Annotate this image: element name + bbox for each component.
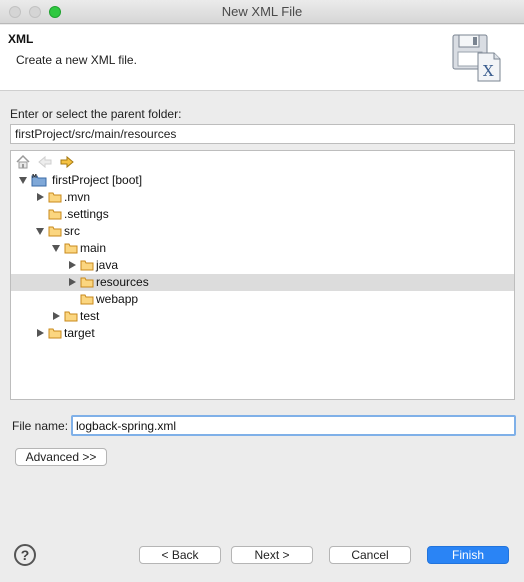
back-button[interactable]: < Back <box>139 546 221 564</box>
folder-icon <box>80 277 94 288</box>
parent-folder-label: Enter or select the parent folder: <box>10 107 182 121</box>
maven-project-icon: M <box>31 174 47 187</box>
wizard-title: XML <box>8 32 34 46</box>
wizard-description: Create a new XML file. <box>16 53 137 67</box>
xml-file-wizard-icon: X <box>452 34 501 82</box>
folder-icon <box>48 328 62 339</box>
tree-item-resources[interactable]: resources <box>11 274 514 291</box>
file-name-label: File name: <box>12 419 69 433</box>
folder-icon <box>48 192 62 203</box>
expand-toggle-icon[interactable] <box>52 245 60 252</box>
folder-icon <box>80 294 94 305</box>
expand-toggle-icon[interactable] <box>37 329 44 337</box>
folder-icon <box>64 311 78 322</box>
tree-item-test[interactable]: test <box>11 308 514 325</box>
advanced-button[interactable]: Advanced >> <box>15 448 107 466</box>
forward-arrow-icon[interactable] <box>59 154 75 170</box>
expand-toggle-icon[interactable] <box>36 228 44 235</box>
tree-item-src[interactable]: src <box>11 223 514 240</box>
file-name-input[interactable] <box>71 415 516 436</box>
tree-item-main[interactable]: main <box>11 240 514 257</box>
folder-icon <box>64 243 78 254</box>
wizard-header: XML Create a new XML file. X <box>0 25 524 91</box>
window-title: New XML File <box>221 4 303 19</box>
tree-item-java[interactable]: java <box>11 257 514 274</box>
tree-item-mvn[interactable]: .mvn <box>11 189 514 206</box>
expand-toggle-icon[interactable] <box>53 312 60 320</box>
home-icon[interactable] <box>15 154 31 170</box>
folder-icon <box>48 226 62 237</box>
tree-item-label: .settings <box>64 207 109 221</box>
expand-toggle-icon[interactable] <box>19 177 27 184</box>
tree-item-label: target <box>64 326 95 340</box>
cancel-button[interactable]: Cancel <box>329 546 411 564</box>
svg-text:X: X <box>483 62 494 80</box>
tree-item-firstproject[interactable]: M firstProject [boot] <box>11 172 514 189</box>
tree-item-label: .mvn <box>64 190 91 204</box>
tree-item-settings[interactable]: .settings <box>11 206 514 223</box>
tree-item-label: firstProject [boot] <box>52 173 143 187</box>
svg-text:M: M <box>32 174 37 180</box>
tree-item-label: test <box>80 309 100 323</box>
tree-item-target[interactable]: target <box>11 325 514 342</box>
folder-icon <box>48 209 62 220</box>
parent-folder-input[interactable] <box>10 124 515 144</box>
help-icon[interactable]: ? <box>14 544 36 566</box>
window-titlebar: New XML File <box>0 0 524 24</box>
folder-tree[interactable]: M firstProject [boot] .mvn .settings src… <box>10 150 515 400</box>
tree-item-label: java <box>96 258 119 272</box>
next-button[interactable]: Next > <box>231 546 313 564</box>
expand-toggle-icon[interactable] <box>37 193 44 201</box>
tree-item-webapp[interactable]: webapp <box>11 291 514 308</box>
back-arrow-icon[interactable] <box>37 154 53 170</box>
tree-item-label: resources <box>96 275 149 289</box>
expand-toggle-icon[interactable] <box>69 278 76 286</box>
finish-button[interactable]: Finish <box>427 546 509 564</box>
tree-item-label: main <box>80 241 107 255</box>
folder-icon <box>80 260 94 271</box>
tree-item-label: webapp <box>96 292 139 306</box>
tree-item-label: src <box>64 224 80 238</box>
expand-toggle-icon[interactable] <box>69 261 76 269</box>
